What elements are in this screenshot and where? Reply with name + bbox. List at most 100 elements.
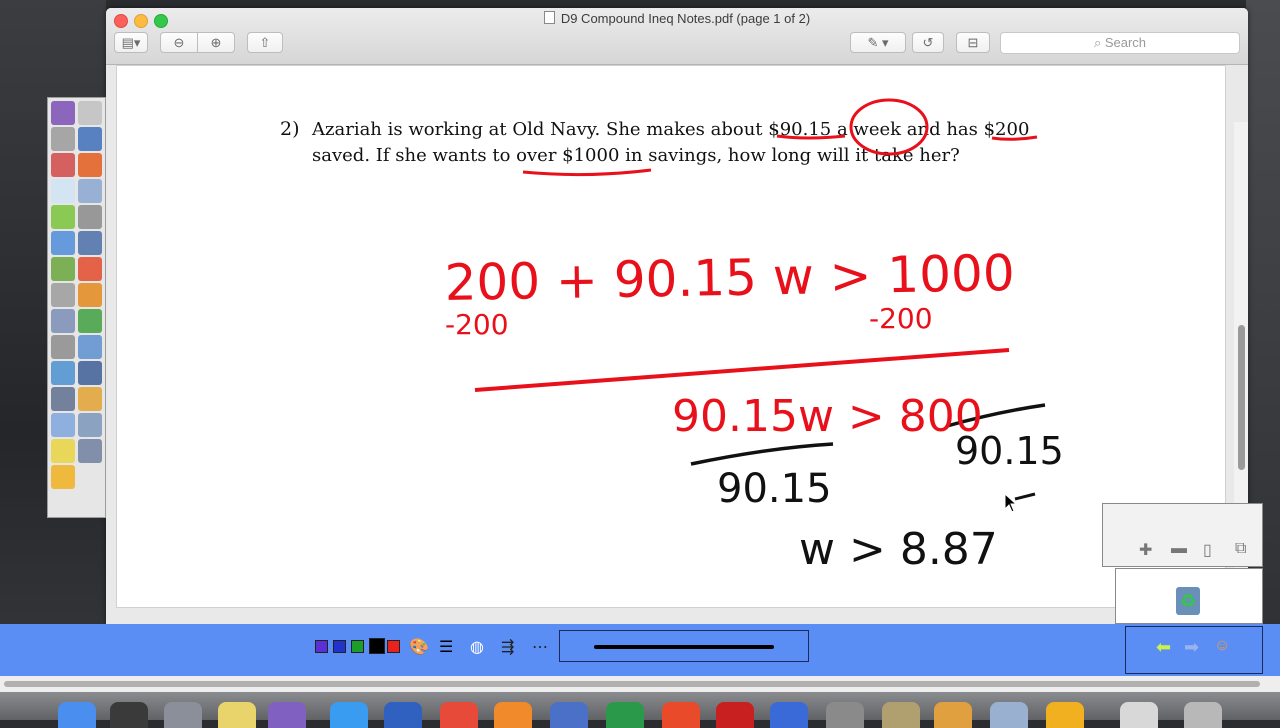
tools-icon[interactable] bbox=[51, 283, 75, 307]
palette-icon[interactable]: 🎨 bbox=[409, 637, 429, 657]
search-icon: ⌕ bbox=[1093, 35, 1105, 50]
camera-icon[interactable] bbox=[51, 387, 75, 411]
contacts-icon[interactable] bbox=[990, 702, 1028, 728]
share-button[interactable]: ⇧ bbox=[247, 32, 283, 53]
back-arrow-icon[interactable]: ⬅ bbox=[1156, 637, 1171, 658]
pen-stroke-preview bbox=[594, 645, 774, 649]
excel-icon[interactable] bbox=[606, 702, 644, 728]
user-icon[interactable]: ☺ bbox=[1214, 637, 1230, 655]
word-icon[interactable] bbox=[770, 702, 808, 728]
firefox-icon[interactable] bbox=[494, 702, 532, 728]
zoom-out-button[interactable]: ⊖ bbox=[160, 32, 198, 53]
handwritten-sub-right: -200 bbox=[869, 302, 933, 335]
tool-palette bbox=[47, 97, 106, 518]
finder-icon[interactable] bbox=[58, 702, 96, 728]
handwritten-eq2: 90.15w > 800 bbox=[672, 391, 983, 442]
app-icon[interactable] bbox=[1120, 702, 1158, 728]
printer-icon[interactable] bbox=[51, 257, 75, 281]
sidebar-button[interactable]: ▤▾ bbox=[114, 32, 148, 53]
duplicate-icon[interactable]: ⧉ bbox=[1235, 540, 1246, 558]
grid-icon[interactable] bbox=[51, 231, 75, 255]
title-bar: D9 Compound Ineq Notes.pdf (page 1 of 2)… bbox=[106, 8, 1248, 65]
zoom-in-button[interactable]: ⊕ bbox=[197, 32, 235, 53]
copy-icon[interactable] bbox=[78, 179, 102, 203]
forward-arrow-icon[interactable] bbox=[78, 205, 102, 229]
eraser-icon[interactable] bbox=[51, 153, 75, 177]
handwritten-result: w > 8.87 bbox=[799, 524, 998, 575]
undo-icon[interactable] bbox=[78, 283, 102, 307]
stickies-icon[interactable] bbox=[218, 702, 256, 728]
document-area: 2) Azariah is working at Old Navy. She m… bbox=[106, 65, 1248, 624]
arrow-style-icon[interactable]: ⇶ bbox=[501, 637, 514, 657]
handwritten-div-left: 90.15 bbox=[717, 466, 832, 512]
calendar-icon[interactable] bbox=[384, 702, 422, 728]
pen-icon[interactable] bbox=[78, 127, 102, 151]
division-bar-left bbox=[690, 442, 834, 466]
stamp-icon[interactable] bbox=[78, 387, 102, 411]
recycle-icon[interactable]: ♻ bbox=[1176, 587, 1200, 615]
toolbox-button[interactable]: ⊟ bbox=[956, 32, 990, 53]
magic-wand-icon[interactable] bbox=[51, 439, 75, 463]
color-swatch[interactable] bbox=[351, 640, 364, 653]
settings-icon[interactable] bbox=[826, 702, 864, 728]
ruler-icon[interactable] bbox=[51, 309, 75, 333]
app-icon[interactable] bbox=[662, 702, 700, 728]
bell-icon[interactable] bbox=[51, 465, 75, 489]
pointer-icon[interactable] bbox=[78, 101, 102, 125]
document-icon[interactable] bbox=[78, 335, 102, 359]
tick-mark bbox=[1014, 492, 1036, 501]
preview-icon[interactable] bbox=[882, 702, 920, 728]
ws-logo-icon[interactable] bbox=[51, 101, 75, 125]
ws-icon[interactable] bbox=[268, 702, 306, 728]
forward-arrow-icon[interactable]: ➡ bbox=[1184, 637, 1199, 658]
pen-markup-icon: ✎ ▾ bbox=[867, 35, 889, 50]
disk-icon[interactable] bbox=[550, 702, 588, 728]
pdf-document-icon bbox=[543, 11, 555, 24]
app-icon[interactable] bbox=[110, 702, 148, 728]
plus-icon[interactable]: ✚ bbox=[1139, 540, 1152, 560]
spellcheck-icon[interactable] bbox=[78, 309, 102, 333]
itunes-icon[interactable] bbox=[1046, 702, 1084, 728]
color-swatch[interactable] bbox=[315, 640, 328, 653]
pdf-page: 2) Azariah is working at Old Navy. She m… bbox=[116, 65, 1226, 608]
color-swatch[interactable] bbox=[333, 640, 346, 653]
pen-preview[interactable] bbox=[559, 630, 809, 662]
shapes-icon[interactable] bbox=[51, 361, 75, 385]
color-swatch[interactable] bbox=[369, 638, 385, 654]
markup-button[interactable]: ✎ ▾ bbox=[850, 32, 906, 53]
chrome-icon[interactable] bbox=[440, 702, 478, 728]
back-arrow-icon[interactable] bbox=[51, 205, 75, 229]
screen-capture-icon[interactable] bbox=[78, 413, 102, 437]
new-page-icon[interactable] bbox=[51, 179, 75, 203]
line-width-icon[interactable]: ☰ bbox=[439, 637, 453, 657]
delete-icon[interactable] bbox=[78, 153, 102, 177]
highlighter-icon[interactable] bbox=[78, 361, 102, 385]
search-field[interactable]: ⌕ Search bbox=[1000, 32, 1240, 54]
rotate-icon: ↺ bbox=[922, 35, 934, 50]
underline-200 bbox=[991, 135, 1038, 141]
rotate-button[interactable]: ↺ bbox=[912, 32, 944, 53]
text-tool-icon[interactable] bbox=[51, 335, 75, 359]
clipboard-icon[interactable]: ▯ bbox=[1203, 540, 1212, 560]
dash-style-icon[interactable]: ⋯ bbox=[532, 637, 548, 657]
vertical-scroll-thumb[interactable] bbox=[1238, 325, 1245, 470]
mouse-cursor bbox=[1004, 492, 1018, 518]
color-swatch[interactable] bbox=[387, 640, 400, 653]
photos-icon[interactable] bbox=[934, 702, 972, 728]
select-arrow-icon[interactable] bbox=[51, 127, 75, 151]
circle-week bbox=[849, 98, 929, 156]
pages-icon[interactable] bbox=[51, 413, 75, 437]
horizontal-scroll-thumb[interactable] bbox=[4, 681, 1260, 687]
trash-icon[interactable] bbox=[1184, 702, 1222, 728]
toolbox-icon: ⊟ bbox=[967, 35, 979, 50]
zoom-in-icon: ⊕ bbox=[210, 35, 222, 50]
recorder-icon[interactable] bbox=[78, 439, 102, 463]
save-icon[interactable] bbox=[78, 231, 102, 255]
fill-icon[interactable]: ◍ bbox=[470, 637, 484, 657]
launchpad-icon[interactable] bbox=[164, 702, 202, 728]
window-title: D9 Compound Ineq Notes.pdf (page 1 of 2) bbox=[106, 11, 1248, 26]
cancel-icon[interactable] bbox=[78, 257, 102, 281]
safari-icon[interactable] bbox=[330, 702, 368, 728]
minus-icon[interactable]: ▬ bbox=[1171, 540, 1187, 558]
acrobat-icon[interactable] bbox=[716, 702, 754, 728]
